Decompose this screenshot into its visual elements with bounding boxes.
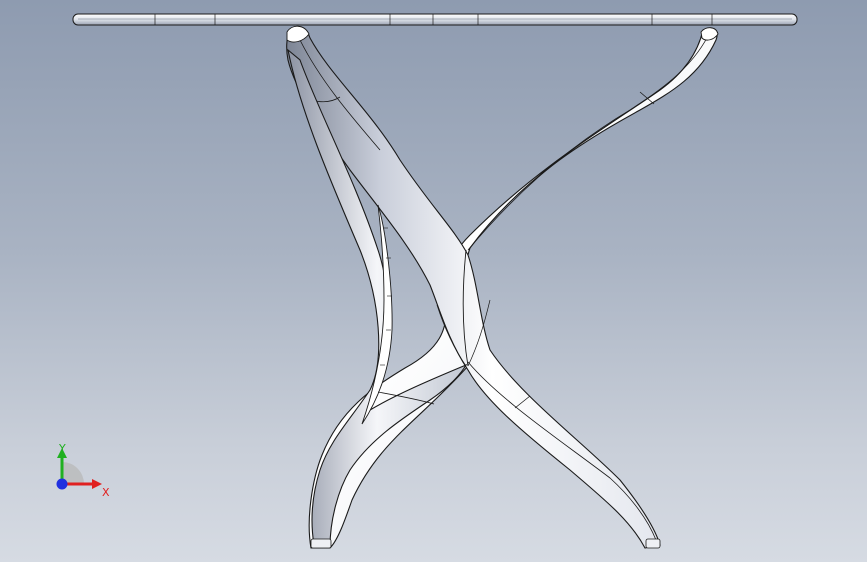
z-axis-dot — [56, 478, 68, 490]
y-axis-label: Y — [59, 442, 66, 455]
orientation-triad[interactable] — [40, 436, 120, 516]
3d-model-view[interactable] — [0, 0, 867, 562]
x-axis-arrowhead — [92, 479, 102, 489]
x-axis-label: X — [102, 486, 110, 499]
leg-top-cap[interactable] — [286, 25, 719, 43]
leg-right-to-left[interactable] — [308, 27, 718, 549]
graphics-viewport[interactable]: Y X — [0, 0, 867, 562]
table-top[interactable] — [72, 13, 798, 26]
